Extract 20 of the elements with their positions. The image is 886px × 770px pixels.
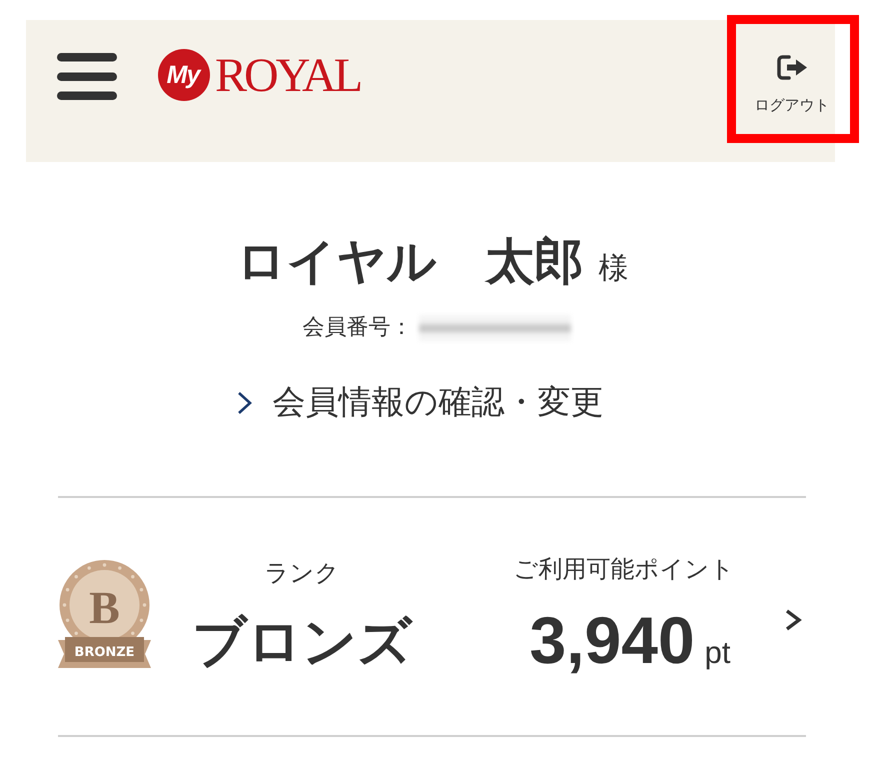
points-value: 3,940 <box>529 602 695 679</box>
points-unit: pt <box>704 634 731 670</box>
logout-button[interactable]: ログアウト <box>751 55 833 114</box>
badge-letter: B <box>89 582 120 633</box>
member-info-link[interactable]: 会員情報の確認・変更 <box>236 381 604 424</box>
chevron-right-icon[interactable] <box>784 608 802 632</box>
points-label: ご利用可能ポイント <box>514 554 734 584</box>
rank-label: ランク <box>264 558 340 588</box>
logo-emblem: My <box>158 49 210 101</box>
member-name: ロイヤル 太郎 <box>236 233 584 292</box>
menu-button[interactable] <box>57 53 117 100</box>
logout-icon <box>776 55 808 80</box>
bronze-medal-icon <box>58 560 151 668</box>
honorific: 様 <box>598 251 628 287</box>
badge-label: BRONZE <box>74 644 135 660</box>
rank-value: ブロンズ <box>192 610 412 675</box>
logo-wordmark: ROYAL <box>215 52 360 100</box>
menu-icon <box>57 53 117 100</box>
chevron-right-icon <box>236 390 252 416</box>
member-number-label: 会員番号： <box>302 314 412 342</box>
